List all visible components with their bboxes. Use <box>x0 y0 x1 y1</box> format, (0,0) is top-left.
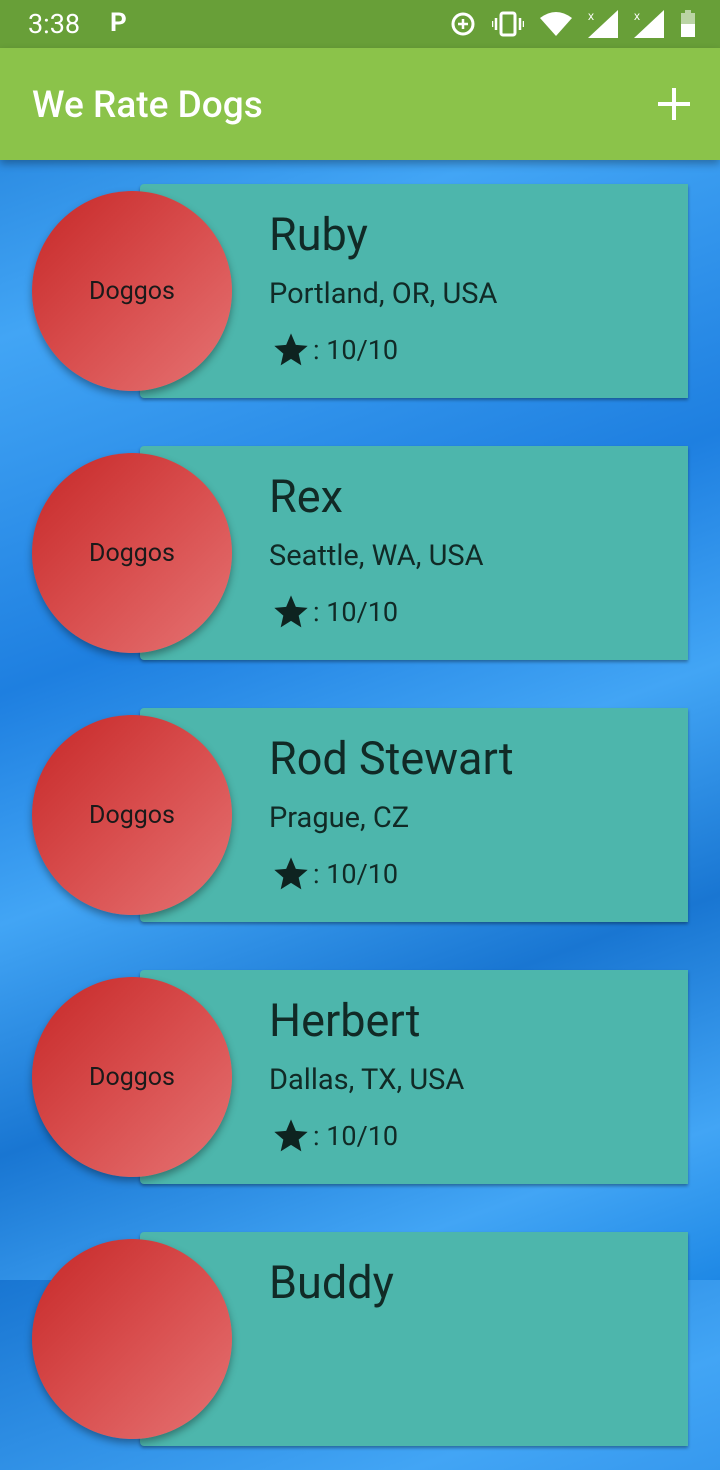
list-item[interactable]: Rod Stewart Prague, CZ : 10/10 Doggos <box>0 684 720 946</box>
svg-text:x: x <box>588 10 594 23</box>
dog-location: Portland, OR, USA <box>269 277 498 311</box>
svg-text:x: x <box>634 10 640 23</box>
star-icon <box>274 595 308 628</box>
signal-icon: x <box>588 10 618 38</box>
wifi-icon <box>540 12 572 36</box>
rating-text: : 10/10 <box>313 596 399 628</box>
dog-rating: : 10/10 <box>271 592 398 632</box>
star-icon <box>274 1119 308 1152</box>
dog-name: Rod Stewart <box>269 732 514 785</box>
dog-list[interactable]: Ruby Portland, OR, USA : 10/10 Doggos Re… <box>0 160 720 1470</box>
avatar-label: Doggos <box>89 276 175 306</box>
dog-rating: : 10/10 <box>271 330 398 370</box>
add-icon[interactable] <box>656 86 692 122</box>
app-bar: We Rate Dogs <box>0 48 720 160</box>
dog-name: Rex <box>269 470 343 523</box>
avatar-label: Doggos <box>89 538 175 568</box>
rating-text: : 10/10 <box>313 1120 399 1152</box>
parking-notification-icon: P <box>110 8 127 38</box>
avatar-label: Doggos <box>89 800 175 830</box>
battery-icon <box>681 10 695 37</box>
app-title: We Rate Dogs <box>32 84 263 127</box>
avatar-label: Doggos <box>89 1062 175 1092</box>
avatar[interactable]: Doggos <box>32 191 232 391</box>
signal-icon: x <box>634 10 664 38</box>
dog-location: Prague, CZ <box>269 801 410 835</box>
data-saver-icon <box>451 12 475 36</box>
star-icon <box>274 857 308 890</box>
star-icon <box>274 333 308 366</box>
status-bar: 3:38 P x x <box>0 0 720 48</box>
rating-text: : 10/10 <box>313 334 399 366</box>
list-item[interactable]: Herbert Dallas, TX, USA : 10/10 Doggos <box>0 946 720 1208</box>
status-time: 3:38 <box>28 8 81 40</box>
avatar[interactable] <box>32 1239 232 1439</box>
rating-text: : 10/10 <box>313 858 399 890</box>
dog-name: Buddy <box>269 1256 394 1309</box>
list-item[interactable]: Rex Seattle, WA, USA : 10/10 Doggos <box>0 422 720 684</box>
dog-location: Dallas, TX, USA <box>269 1063 465 1097</box>
avatar[interactable]: Doggos <box>32 715 232 915</box>
status-icons: x x <box>450 10 696 38</box>
list-item[interactable]: Buddy <box>0 1208 720 1470</box>
dog-name: Herbert <box>269 994 421 1047</box>
dog-name: Ruby <box>269 208 368 261</box>
vibrate-icon <box>492 11 524 37</box>
avatar[interactable]: Doggos <box>32 453 232 653</box>
avatar[interactable]: Doggos <box>32 977 232 1177</box>
dog-rating: : 10/10 <box>271 854 398 894</box>
dog-rating: : 10/10 <box>271 1116 398 1156</box>
list-item[interactable]: Ruby Portland, OR, USA : 10/10 Doggos <box>0 160 720 422</box>
dog-location: Seattle, WA, USA <box>269 539 484 573</box>
